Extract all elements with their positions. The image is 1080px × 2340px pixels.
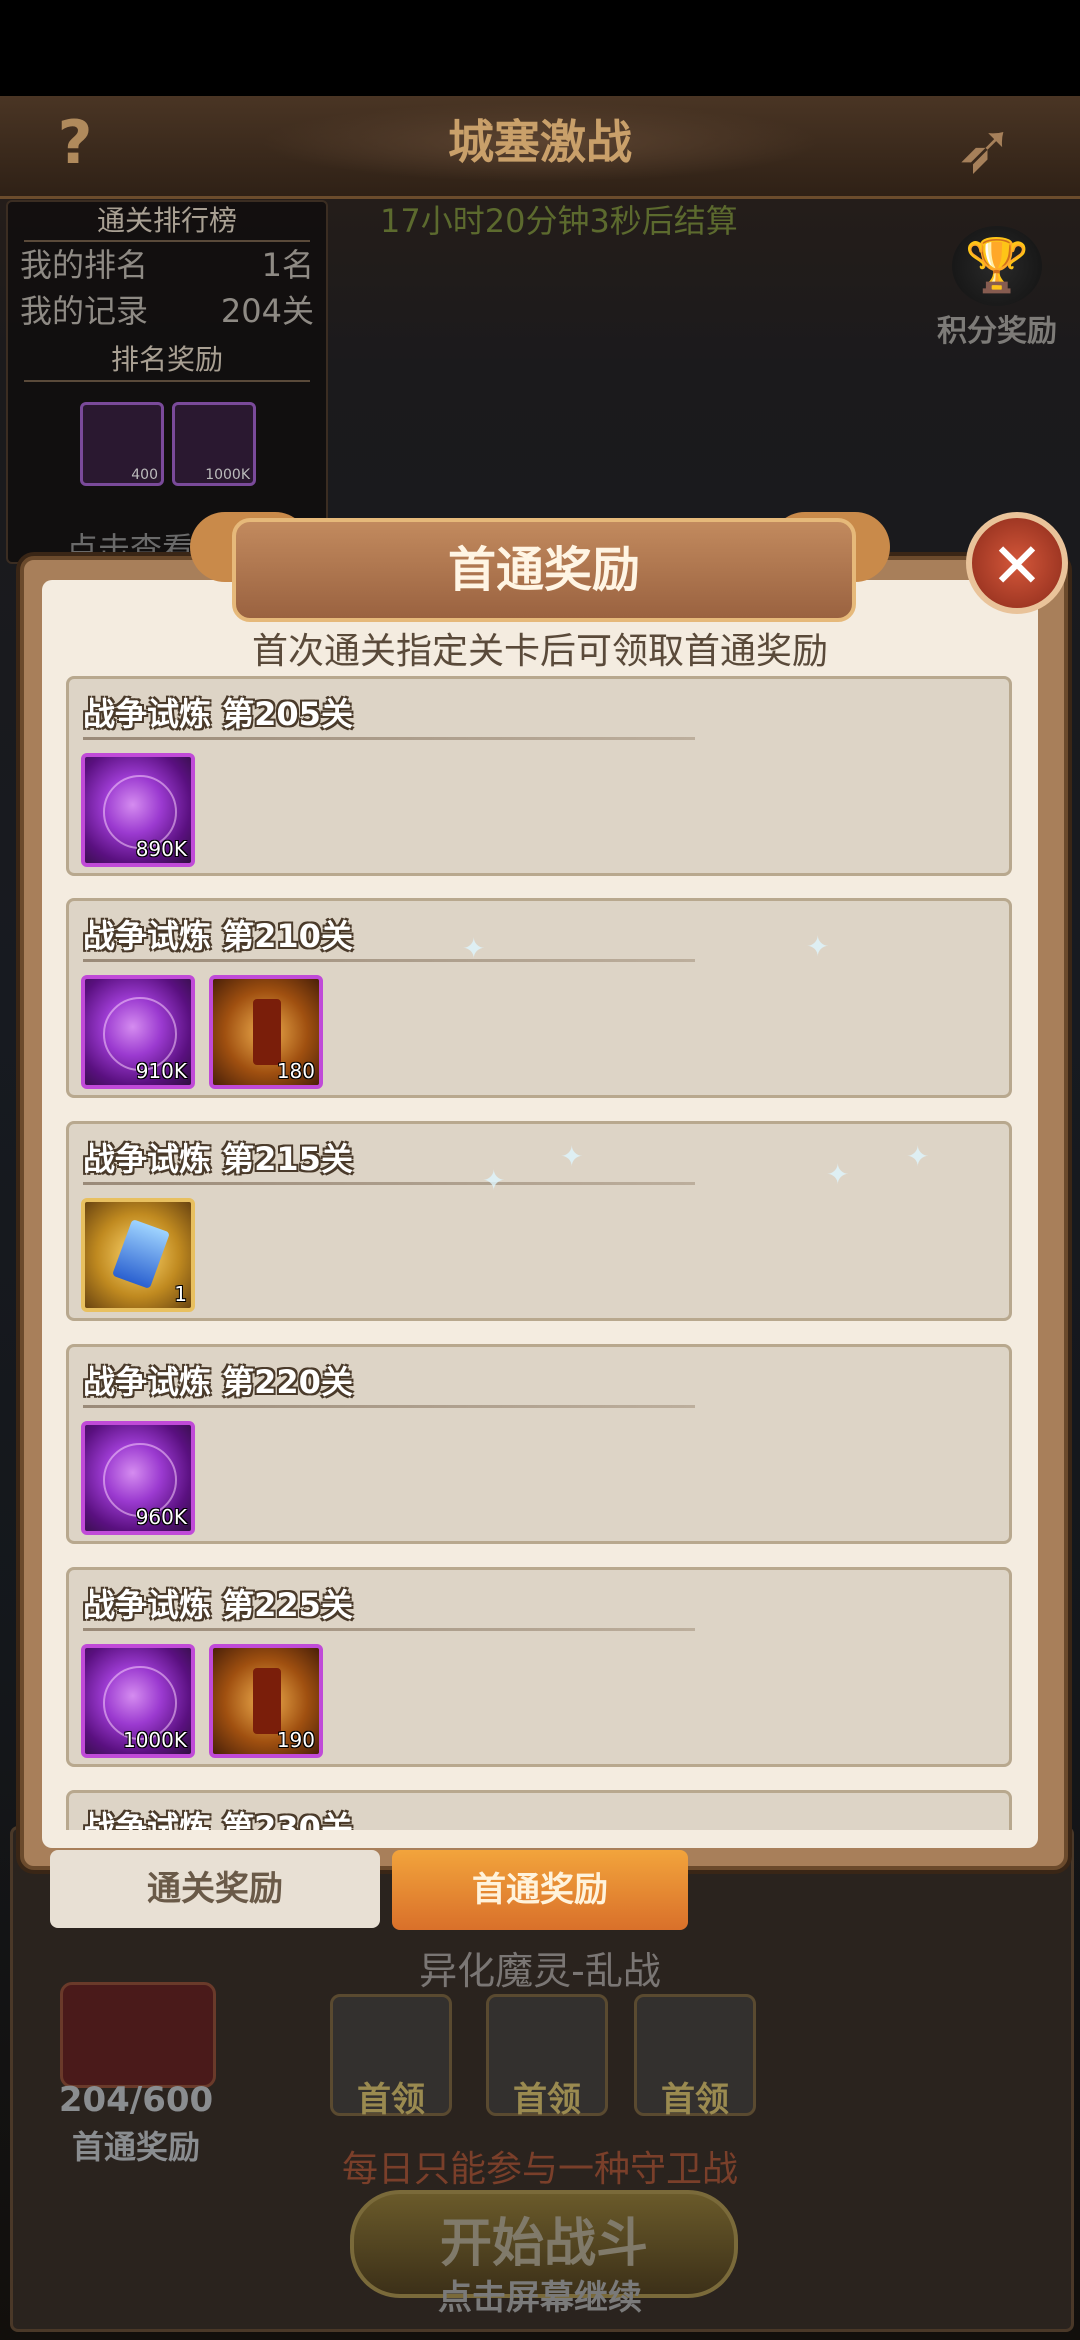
score-reward-label: 积分奖励 <box>937 314 1057 349</box>
reward-list[interactable]: 战争试炼 第205关 890K 战争试炼 第210关 910K 180 战争试炼… <box>66 676 1014 1830</box>
stage-title: 战争试炼 第215关 <box>83 1140 353 1178</box>
reward-entry: 战争试炼 第210关 910K 180 <box>66 898 1012 1098</box>
stage-title: 战争试炼 第230关 <box>83 1809 353 1830</box>
sparkle-icon: ✦ <box>462 932 486 965</box>
trophy-icon: 🏆 <box>952 226 1042 306</box>
dialog-subtitle: 首次通关指定关卡后可领取首通奖励 <box>251 631 828 672</box>
back-arrow-icon[interactable]: ➶ <box>940 108 1030 188</box>
rank-reward-item[interactable]: 1000K <box>172 402 256 486</box>
divider <box>83 737 695 740</box>
item-quantity: 1000K <box>205 467 250 483</box>
reward-tabs: 通关奖励 首通奖励 <box>50 1850 690 1930</box>
settlement-timer: 17小时20分钟3秒后结算 <box>380 202 738 240</box>
purple-orb-item[interactable]: 960K <box>81 1421 195 1535</box>
item-quantity: 180 <box>276 1059 315 1083</box>
shield-crest-item[interactable]: 180 <box>209 975 323 1089</box>
dialog-title-ribbon: 首通奖励 <box>190 502 890 622</box>
purple-orb-item[interactable]: 890K <box>81 753 195 867</box>
reward-entry: 战争试炼 第230关 <box>66 1790 1012 1830</box>
item-quantity: 910K <box>135 1059 187 1083</box>
divider <box>83 959 695 962</box>
item-quantity: 1000K <box>122 1728 187 1752</box>
item-quantity: 400 <box>131 467 158 483</box>
close-button[interactable]: ✕ <box>966 512 1068 614</box>
boss-label: 首领 <box>513 2080 581 2120</box>
treasure-chest-icon[interactable] <box>60 1982 216 2088</box>
help-icon[interactable]: ? <box>40 108 110 178</box>
my-record-label: 我的记录 <box>20 292 149 330</box>
stage-title: 战争试炼 第210关 <box>83 917 353 955</box>
purple-orb-item[interactable]: 910K <box>81 975 195 1089</box>
reward-entry: 战争试炼 第225关 1000K 190 <box>66 1567 1012 1767</box>
sparkle-icon: ✦ <box>906 1140 930 1173</box>
leaderboard-title: 通关排行榜 <box>24 202 310 242</box>
my-record-row: 我的记录 204关 <box>8 288 326 334</box>
rank-reward-title: 排名奖励 <box>24 340 310 382</box>
boss-label: 首领 <box>661 2080 729 2120</box>
chest-progress: 204/600 <box>58 2080 214 2120</box>
shield-crest-item[interactable]: 190 <box>209 1644 323 1758</box>
score-reward-button[interactable]: 🏆 积分奖励 <box>932 226 1062 349</box>
sparkle-icon: ✦ <box>826 1158 850 1191</box>
page-title: 城塞激战 <box>260 102 820 182</box>
continue-hint[interactable]: 点击屏幕继续 <box>0 2270 1080 2319</box>
item-quantity: 1 <box>174 1282 187 1306</box>
stage-title: 战争试炼 第220关 <box>83 1363 353 1401</box>
item-quantity: 190 <box>276 1728 315 1752</box>
reward-entry: 战争试炼 第215关 1 <box>66 1121 1012 1321</box>
my-rank-label: 我的排名 <box>20 246 149 284</box>
tab-clear-reward[interactable]: 通关奖励 <box>50 1850 380 1928</box>
sparkle-icon: ✦ <box>560 1140 584 1173</box>
dialog-title: 首通奖励 <box>232 518 856 622</box>
stage-title: 战争试炼 第205关 <box>83 695 353 733</box>
tab-first-clear-reward[interactable]: 首通奖励 <box>392 1850 688 1930</box>
boss-label: 首领 <box>357 2080 425 2120</box>
divider <box>83 1182 695 1185</box>
sparkle-icon: ✦ <box>482 1164 506 1197</box>
boss-portrait[interactable]: 首领 <box>330 1994 452 2120</box>
my-rank-row: 我的排名 1名 <box>8 242 326 288</box>
my-record-value: 204关 <box>220 292 314 330</box>
my-rank-value: 1名 <box>261 246 314 284</box>
item-quantity: 890K <box>135 837 187 861</box>
divider <box>83 1628 695 1631</box>
daily-note: 每日只能参与一种守卫战 <box>341 2149 738 2190</box>
purple-orb-item[interactable]: 1000K <box>81 1644 195 1758</box>
boss-portrait[interactable]: 首领 <box>486 1994 608 2120</box>
divider <box>83 1405 695 1408</box>
sparkle-icon: ✦ <box>806 930 830 963</box>
reward-entry: 战争试炼 第220关 960K <box>66 1344 1012 1544</box>
boss-portrait[interactable]: 首领 <box>634 1994 756 2120</box>
stage-title: 战争试炼 第225关 <box>83 1586 353 1624</box>
item-quantity: 960K <box>135 1505 187 1529</box>
blue-crystal-item[interactable]: 1 <box>81 1198 195 1312</box>
rank-reward-item[interactable]: 400 <box>80 402 164 486</box>
reward-entry: 战争试炼 第205关 890K <box>66 676 1012 876</box>
